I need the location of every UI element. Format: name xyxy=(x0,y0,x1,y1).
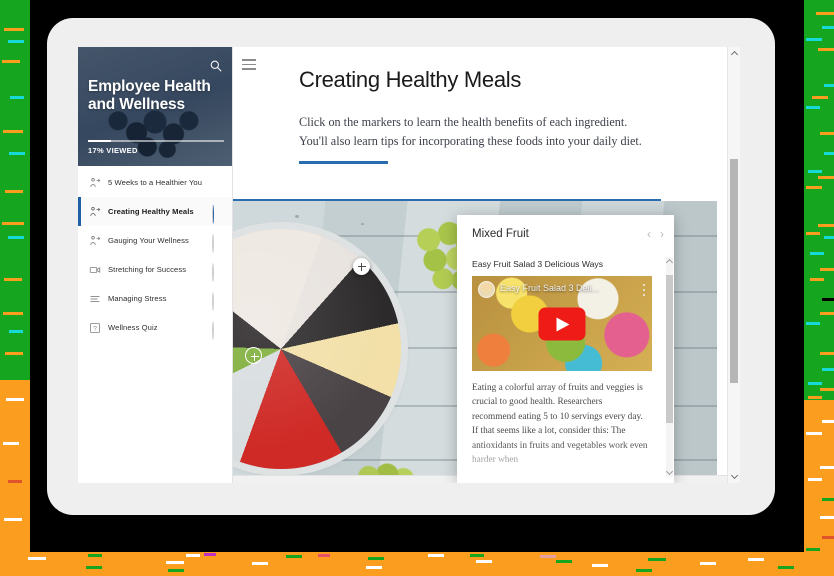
decorative-band-bottom xyxy=(0,552,834,576)
sidebar-item-label: Wellness Quiz xyxy=(108,323,158,332)
course-progress-fill xyxy=(88,140,112,142)
chevron-left-icon[interactable]: ‹ xyxy=(647,228,651,240)
youtube-play-icon[interactable] xyxy=(538,307,586,340)
sidebar-item-label: 5 Weeks to a Healthier You xyxy=(108,178,203,187)
svg-text:?: ? xyxy=(93,325,97,332)
main-scrollbar[interactable] xyxy=(727,47,740,483)
main-scrollbar-thumb[interactable] xyxy=(730,159,738,383)
status-badge-in-progress xyxy=(212,205,223,224)
sidebar-item-gauging-your-wellness[interactable]: Gauging Your Wellness xyxy=(78,226,232,255)
status-badge-not-started xyxy=(212,263,223,282)
title-underline xyxy=(299,161,388,164)
grapes-marker[interactable] xyxy=(353,258,370,275)
course-hero-banner: Employee Health and Wellness 17% VIEWED xyxy=(78,47,232,166)
scroll-up-icon[interactable] xyxy=(665,258,674,267)
more-options-icon[interactable] xyxy=(643,284,645,296)
interaction-icon xyxy=(90,235,101,245)
popup-body-text: Eating a colorful array of fruits and ve… xyxy=(472,383,648,466)
course-title: Employee Health and Wellness xyxy=(88,78,211,114)
popup-scrollbar-thumb[interactable] xyxy=(666,275,673,423)
page-description: Click on the markers to learn the health… xyxy=(299,115,642,148)
interaction-icon xyxy=(90,206,101,216)
ingredient-popup-card: Mixed Fruit ‹ › Easy Fruit Salad 3 Delic… xyxy=(457,215,674,483)
video-heading: Easy Fruit Salad 3 Delicious Ways xyxy=(472,259,604,269)
tablet-device-frame: Employee Health and Wellness 17% VIEWED … xyxy=(47,18,775,515)
sidebar-item-label: Gauging Your Wellness xyxy=(108,236,189,245)
scroll-up-icon[interactable] xyxy=(730,50,739,59)
hamburger-menu-icon[interactable] xyxy=(242,59,256,70)
video-icon xyxy=(89,266,101,273)
screenshot-stage: Employee Health and Wellness 17% VIEWED … xyxy=(0,0,834,576)
decorative-band-left xyxy=(0,0,30,576)
lesson-content-area: Creating Healthy Meals Click on the mark… xyxy=(233,47,740,483)
sidebar-item-managing-stress[interactable]: Managing Stress xyxy=(78,284,232,313)
popup-scrollbar[interactable] xyxy=(665,257,674,477)
video-overlay-title: Easy Fruit Salad 3 Deli... xyxy=(500,283,600,293)
decorative-band-right xyxy=(804,0,834,576)
sidebar-item-creating-healthy-meals[interactable]: Creating Healthy Meals xyxy=(78,197,232,226)
popup-navigation: ‹ › xyxy=(647,228,664,240)
bowl-marker[interactable] xyxy=(245,347,262,364)
quiz-icon: ? xyxy=(90,322,100,333)
course-progress-bar xyxy=(88,140,224,142)
page-title: Creating Healthy Meals xyxy=(299,67,522,92)
popup-body: Easy Fruit Salad 3 Delicious Ways Easy F… xyxy=(472,259,665,483)
status-badge-not-started xyxy=(212,234,223,253)
channel-avatar xyxy=(478,281,495,298)
sidebar-item-label: Managing Stress xyxy=(108,294,167,303)
course-sidebar: Employee Health and Wellness 17% VIEWED … xyxy=(78,47,233,483)
chevron-right-icon[interactable]: › xyxy=(660,228,664,240)
list-icon xyxy=(90,295,100,302)
sidebar-item-5-weeks-to-a-healthier-you[interactable]: 5 Weeks to a Healthier You xyxy=(78,168,232,197)
status-badge-complete xyxy=(212,177,223,188)
scroll-down-icon[interactable] xyxy=(730,471,739,480)
sidebar-item-wellness-quiz[interactable]: ? Wellness Quiz xyxy=(78,313,232,342)
search-icon[interactable] xyxy=(209,59,223,73)
tablet-screen: Employee Health and Wellness 17% VIEWED … xyxy=(78,47,740,483)
interaction-icon xyxy=(90,177,101,187)
popup-title: Mixed Fruit xyxy=(472,228,529,240)
course-lesson-list: 5 Weeks to a Healthier You Creating Heal… xyxy=(78,166,232,342)
course-progress-label: 17% VIEWED xyxy=(88,146,138,155)
sidebar-item-stretching-for-success[interactable]: Stretching for Success xyxy=(78,255,232,284)
sidebar-item-label: Stretching for Success xyxy=(108,265,187,274)
scroll-down-icon[interactable] xyxy=(665,467,674,476)
sidebar-item-label: Creating Healthy Meals xyxy=(108,207,194,216)
status-badge-not-started xyxy=(212,321,223,340)
status-badge-not-started xyxy=(212,292,223,311)
youtube-video-embed[interactable]: Easy Fruit Salad 3 Deli... xyxy=(472,276,652,371)
